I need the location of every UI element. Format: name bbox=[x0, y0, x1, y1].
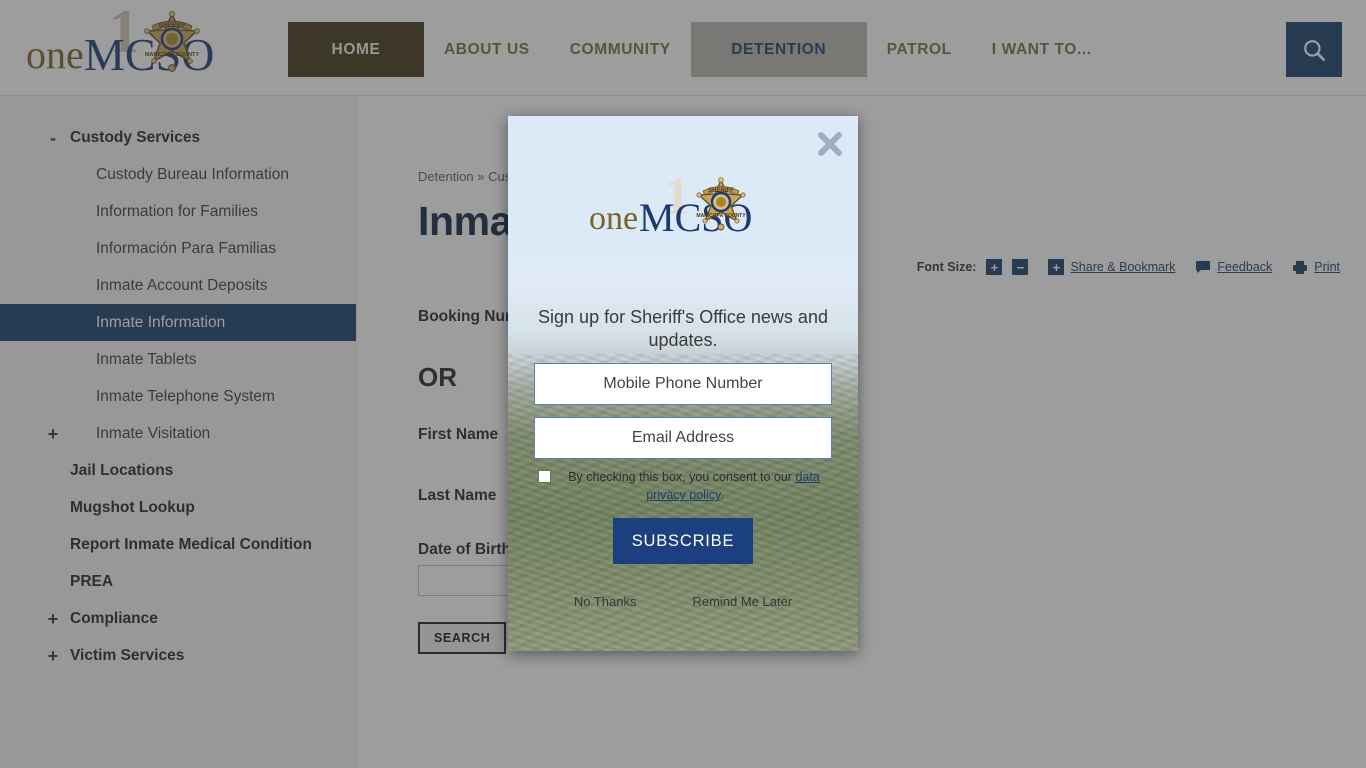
subscribe-button[interactable]: SUBSCRIBE bbox=[613, 518, 753, 564]
modal-headline: Sign up for Sheriff's Office news and up… bbox=[538, 307, 828, 351]
consent-text-prefix: By checking this box, you consent to our bbox=[568, 470, 796, 484]
onemcso-logo-icon: 1 one MCSO SHERIFF MARICOPA COUNTY bbox=[589, 174, 752, 240]
modal-dismiss-row: No Thanks Remind Me Later bbox=[508, 594, 858, 609]
newsletter-signup-modal: 1 one MCSO SHERIFF MARICOPA COUNTY Sign … bbox=[508, 116, 858, 651]
svg-text:MARICOPA COUNTY: MARICOPA COUNTY bbox=[696, 213, 746, 219]
close-icon bbox=[818, 132, 842, 156]
svg-text:one: one bbox=[589, 200, 638, 237]
email-input[interactable] bbox=[534, 417, 832, 459]
no-thanks-button[interactable]: No Thanks bbox=[574, 594, 637, 609]
remind-me-later-button[interactable]: Remind Me Later bbox=[692, 594, 792, 609]
consent-text-suffix: . bbox=[720, 488, 724, 503]
consent-checkbox[interactable] bbox=[538, 470, 551, 483]
modal-logo: 1 one MCSO SHERIFF MARICOPA COUNTY bbox=[585, 174, 781, 250]
consent-row: By checking this box, you consent to our… bbox=[538, 468, 832, 504]
mobile-phone-input[interactable] bbox=[534, 363, 832, 405]
svg-text:SHERIFF: SHERIFF bbox=[708, 188, 734, 194]
modal-close-button[interactable] bbox=[812, 126, 848, 162]
